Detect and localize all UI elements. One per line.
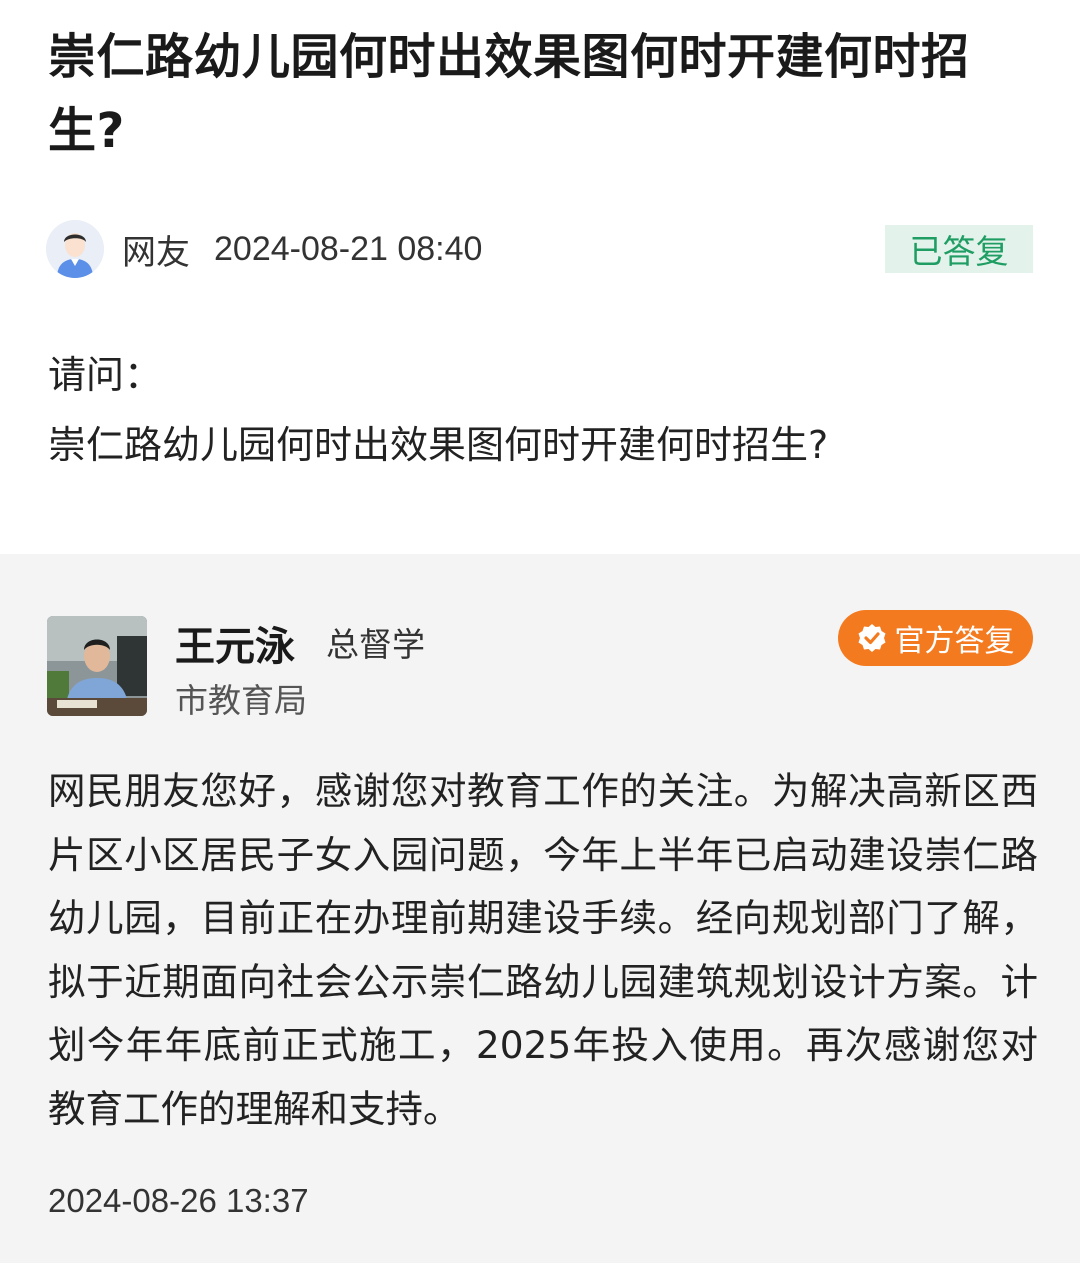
official-department: 市教育局 (175, 681, 307, 720)
official-title: 总督学 (326, 625, 425, 664)
official-avatar[interactable] (47, 616, 147, 716)
answer-body: 网民朋友您好，感谢您对教育工作的关注。为解决高新区西片区小区居民子女入园问题，今… (48, 769, 1038, 1131)
question-body-line: 崇仁路幼儿园何时出效果图何时开建何时招生? (48, 423, 829, 467)
asker-info: 网友 2024-08-21 08:40 (46, 220, 482, 278)
official-answer-badge: 官方答复 (838, 610, 1033, 666)
answer-section: 王元泳 总督学 市教育局 官方答复 网民朋友您好，感谢您对教育工作的关注。为解决… (0, 554, 1080, 1263)
question-body-line: 请问： (48, 353, 163, 397)
official-name: 王元泳 (175, 624, 295, 670)
question-title: 崇仁路幼儿园何时出效果图何时开建何时招生? (48, 29, 970, 159)
question-section: 崇仁路幼儿园何时出效果图何时开建何时招生? 网友 2024-08-21 08:4… (0, 0, 1080, 554)
user-avatar-icon[interactable] (46, 220, 104, 278)
status-badge: 已答复 (885, 225, 1033, 273)
official-badge-label: 官方答复 (894, 624, 1015, 659)
answer-timestamp: 2024-08-26 13:37 (48, 1182, 309, 1219)
verified-check-icon (857, 623, 887, 653)
question-body: 请问： 崇仁路幼儿园何时出效果图何时开建何时招生? (48, 340, 1038, 480)
question-timestamp: 2024-08-21 08:40 (214, 229, 483, 268)
asker-name: 网友 (122, 232, 190, 273)
